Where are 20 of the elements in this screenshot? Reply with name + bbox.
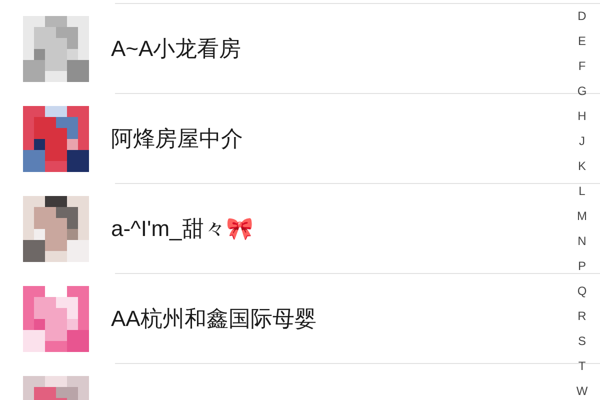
index-letter[interactable]: Q: [577, 279, 587, 304]
index-letter[interactable]: D: [578, 4, 586, 29]
index-letter[interactable]: S: [578, 329, 586, 354]
contact-name: a-^I'm_甜々🎀: [111, 214, 253, 242]
index-letter[interactable]: G: [577, 79, 587, 104]
index-letter[interactable]: P: [578, 254, 586, 279]
index-letter[interactable]: W: [576, 379, 588, 400]
contact-name: A~A小龙看房: [111, 34, 242, 62]
index-letter[interactable]: L: [578, 179, 586, 204]
index-letter[interactable]: T: [578, 354, 586, 379]
index-letter[interactable]: E: [578, 29, 586, 54]
index-letter[interactable]: N: [578, 229, 586, 254]
index-letter[interactable]: H: [578, 104, 586, 129]
index-letter[interactable]: J: [579, 129, 585, 154]
index-letter[interactable]: R: [578, 304, 586, 329]
index-letter[interactable]: M: [577, 204, 587, 229]
index-letter[interactable]: K: [578, 154, 586, 179]
contact-name: AA杭州和鑫国际母婴: [111, 304, 316, 332]
contact-name: 阿烽房屋中介: [111, 124, 243, 152]
index-letter[interactable]: F: [578, 54, 586, 79]
